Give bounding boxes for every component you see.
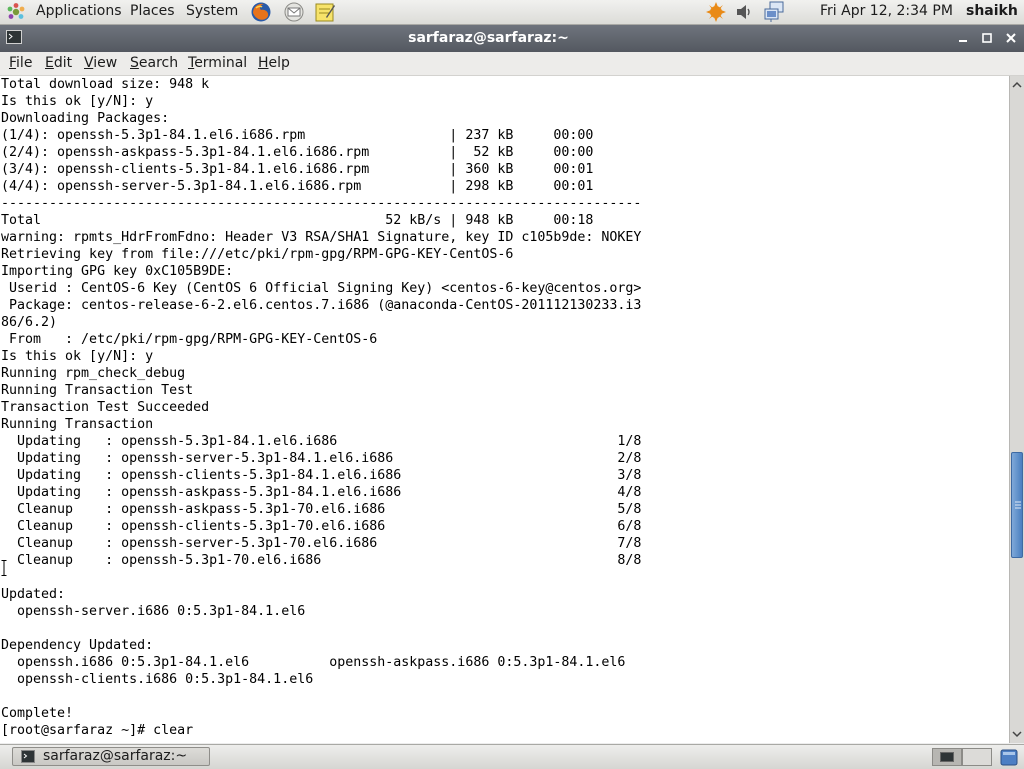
clock[interactable]: Fri Apr 12, 2:34 PM xyxy=(820,3,953,20)
terminal-line: Downloading Packages: xyxy=(1,111,170,126)
menu-help-mnemonic: H xyxy=(258,55,269,71)
taskbar-window-label: sarfaraz@sarfaraz:~ xyxy=(43,748,188,764)
terminal-line: (3/4): openssh-clients-5.3p1-84.1.el6.i6… xyxy=(1,162,594,177)
terminal-line: Dependency Updated: xyxy=(1,638,154,653)
terminal-line: From : /etc/pki/rpm-gpg/RPM-GPG-KEY-Cent… xyxy=(1,332,378,347)
terminal-line: Updated: xyxy=(1,587,66,602)
terminal-line: Is this ok [y/N]: y xyxy=(1,349,154,364)
terminal-line: Running Transaction Test xyxy=(1,383,194,398)
menu-terminal[interactable]: Terminal xyxy=(188,54,247,72)
user-name[interactable]: shaikh xyxy=(966,3,1018,20)
terminal-line: Package: centos-release-6-2.el6.centos.7… xyxy=(1,298,642,313)
terminal-line: (4/4): openssh-server-5.3p1-84.1.el6.i68… xyxy=(1,179,594,194)
menu-edit[interactable]: Edit xyxy=(45,54,72,72)
terminal-line: openssh.i686 0:5.3p1-84.1.el6 openssh-as… xyxy=(1,655,626,670)
terminal-line: Cleanup : openssh-5.3p1-70.el6.i686 8/8 xyxy=(1,553,642,568)
window-title: sarfaraz@sarfaraz:~ xyxy=(408,30,569,46)
workspace-2[interactable] xyxy=(962,748,992,766)
menu-help-rest: elp xyxy=(268,55,290,71)
terminal-task-icon xyxy=(21,750,35,763)
grip-icon xyxy=(1015,501,1021,509)
close-icon[interactable] xyxy=(1002,29,1020,47)
menu-file[interactable]: File xyxy=(9,54,32,72)
menu-edit-mnemonic: E xyxy=(45,55,54,71)
terminal-line: ----------------------------------------… xyxy=(1,196,642,211)
terminal-line: openssh-clients.i686 0:5.3p1-84.1.el6 xyxy=(1,672,314,687)
gnome-foot-icon[interactable] xyxy=(6,2,26,22)
scroll-down-arrow-icon[interactable] xyxy=(1010,727,1024,741)
scroll-thumb[interactable] xyxy=(1011,452,1023,558)
terminal-line: Updating : openssh-server-5.3p1-84.1.el6… xyxy=(1,451,642,466)
menu-file-mnemonic: F xyxy=(9,55,17,71)
mail-icon[interactable] xyxy=(283,1,305,23)
terminal-line: Running Transaction xyxy=(1,417,154,432)
trash-icon[interactable] xyxy=(998,747,1020,767)
menu-help[interactable]: Help xyxy=(258,54,290,72)
terminal-line: Transaction Test Succeeded xyxy=(1,400,210,415)
menu-view[interactable]: View xyxy=(84,54,117,72)
bottom-panel: sarfaraz@sarfaraz:~ xyxy=(0,744,1024,769)
terminal-line: Is this ok [y/N]: y xyxy=(1,94,154,109)
notes-icon[interactable] xyxy=(314,1,336,23)
firefox-icon[interactable] xyxy=(250,1,272,23)
scroll-up-arrow-icon[interactable] xyxy=(1010,78,1024,92)
menu-search-mnemonic: S xyxy=(130,55,139,71)
terminal-line: Cleanup : openssh-clients-5.3p1-70.el6.i… xyxy=(1,519,642,534)
minimize-icon[interactable] xyxy=(954,29,972,47)
terminal-line: Total 52 kB/s | 948 kB 00:18 xyxy=(1,213,594,228)
terminal-line: (1/4): openssh-5.3p1-84.1.el6.i686.rpm |… xyxy=(1,128,594,143)
terminal-line: Cleanup : openssh-server-5.3p1-70.el6.i6… xyxy=(1,536,642,551)
terminal-line: Updating : openssh-clients-5.3p1-84.1.el… xyxy=(1,468,642,483)
maximize-icon[interactable] xyxy=(978,29,996,47)
terminal-line: openssh-server.i686 0:5.3p1-84.1.el6 xyxy=(1,604,306,619)
text-cursor-icon xyxy=(1,560,7,576)
terminal-line: Complete! xyxy=(1,706,74,721)
workspace-window-icon xyxy=(940,752,954,762)
terminal-scrollbar[interactable] xyxy=(1009,76,1024,743)
window-titlebar[interactable]: sarfaraz@sarfaraz:~ xyxy=(0,25,1024,52)
terminal-line: Retrieving key from file:///etc/pki/rpm-… xyxy=(1,247,514,262)
workspace-1[interactable] xyxy=(932,748,962,766)
menu-terminal-rest: erminal xyxy=(194,55,248,71)
terminal-output[interactable]: Total download size: 948 k Is this ok [y/… xyxy=(0,76,1009,743)
applications-menu[interactable]: Applications xyxy=(36,3,122,20)
menu-edit-rest: dit xyxy=(53,55,73,71)
places-menu[interactable]: Places xyxy=(130,3,175,20)
taskbar-window-button[interactable]: sarfaraz@sarfaraz:~ xyxy=(12,747,210,766)
menu-search-rest: earch xyxy=(138,55,179,71)
menubar: File Edit View Search Terminal Help xyxy=(0,52,1024,76)
terminal-line: Updating : openssh-5.3p1-84.1.el6.i686 1… xyxy=(1,434,642,449)
terminal-line: [root@sarfaraz ~]# clear xyxy=(1,723,194,738)
top-panel: Applications Places System Fri Apr 12, 2… xyxy=(0,0,1024,25)
terminal-line: warning: rpmts_HdrFromFdno: Header V3 RS… xyxy=(1,230,642,245)
terminal-line: Updating : openssh-askpass-5.3p1-84.1.el… xyxy=(1,485,642,500)
terminal-line: Importing GPG key 0xC105B9DE: xyxy=(1,264,234,279)
terminal-line: Cleanup : openssh-askpass-5.3p1-70.el6.i… xyxy=(1,502,642,517)
volume-icon[interactable] xyxy=(733,1,755,23)
system-menu[interactable]: System xyxy=(186,3,238,20)
terminal-lines: Total download size: 948 k Is this ok [y/… xyxy=(1,76,641,739)
updates-icon[interactable] xyxy=(705,1,727,23)
terminal-line: (2/4): openssh-askpass-5.3p1-84.1.el6.i6… xyxy=(1,145,594,160)
terminal-line: Running rpm_check_debug xyxy=(1,366,186,381)
menu-search[interactable]: Search xyxy=(130,54,178,72)
terminal-line: Total download size: 948 k xyxy=(1,77,210,92)
menu-view-mnemonic: V xyxy=(84,55,94,71)
menu-file-rest: ile xyxy=(16,55,33,71)
menu-view-rest: iew xyxy=(93,55,118,71)
terminal-line: Userid : CentOS-6 Key (CentOS 6 Official… xyxy=(1,281,642,296)
terminal-line: 86/6.2) xyxy=(1,315,58,330)
network-icon[interactable] xyxy=(763,1,785,23)
